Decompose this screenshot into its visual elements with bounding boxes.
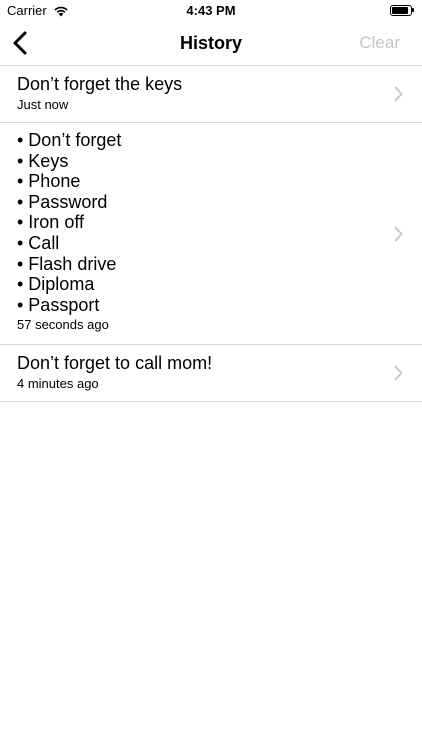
status-bar: Carrier 4:43 PM [0,0,422,22]
chevron-right-icon [394,365,403,381]
list-item-text: • Don’t forget • Keys • Phone • Password… [17,130,122,315]
list-item-time: 4 minutes ago [17,375,99,391]
list-item[interactable]: • Don’t forget • Keys • Phone • Password… [0,123,422,345]
clear-button[interactable]: Clear [359,33,400,53]
battery-fill [392,7,409,14]
list-item-time: 57 seconds ago [17,317,109,333]
status-time: 4:43 PM [186,3,236,18]
list-item[interactable]: Don’t forget the keys Just now [0,66,422,123]
chevron-right-icon [394,86,403,102]
list-item-time: Just now [17,96,69,112]
history-list: Don’t forget the keys Just now • Don’t f… [0,66,422,402]
list-item[interactable]: Don’t forget to call mom! 4 minutes ago [0,345,422,402]
list-item-text: Don’t forget to call mom! [17,353,213,373]
navigation-bar: History Clear [0,22,422,66]
list-item-text: Don’t forget the keys [17,74,183,94]
chevron-right-icon [394,226,403,241]
battery-icon [390,5,414,16]
